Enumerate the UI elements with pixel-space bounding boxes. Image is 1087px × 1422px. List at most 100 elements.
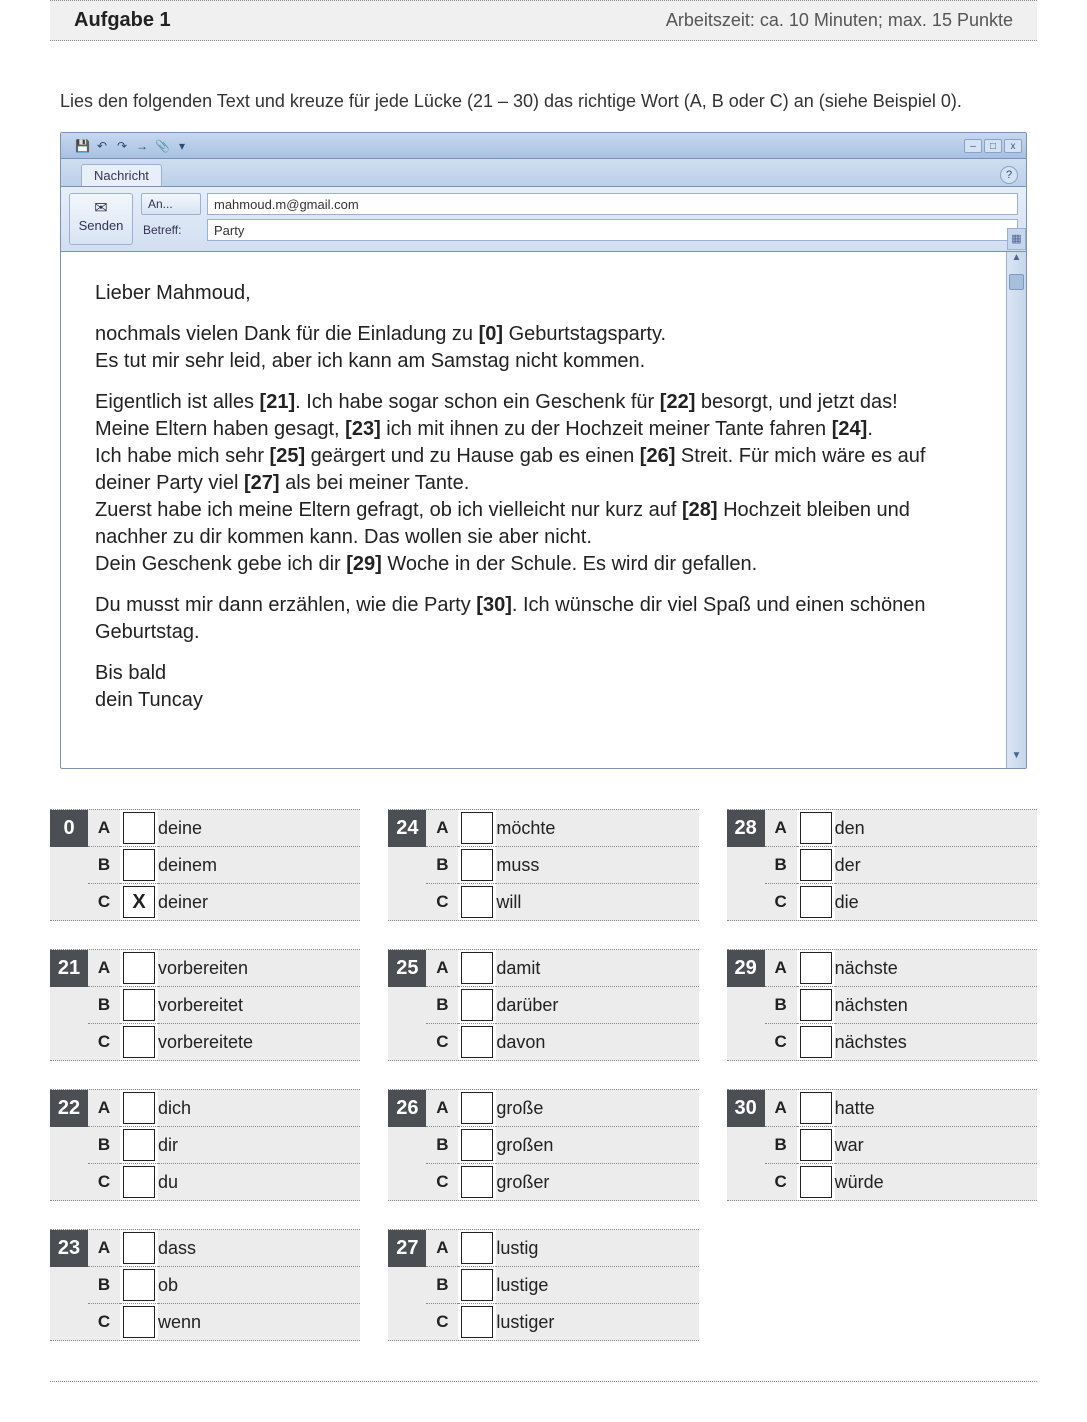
option-label: C <box>88 1304 120 1341</box>
question-23: 23AdassBobCwenn <box>50 1229 360 1341</box>
answer-checkbox[interactable] <box>800 1166 832 1198</box>
email-paragraph: Du musst mir dann erzählen, wie die Part… <box>95 592 972 646</box>
answer-checkbox[interactable] <box>123 1232 155 1264</box>
answer-checkbox[interactable] <box>461 952 493 984</box>
option-label: B <box>426 1267 458 1304</box>
question-22: 22AdichBdirCdu <box>50 1089 360 1201</box>
answer-checkbox[interactable] <box>461 812 493 844</box>
option-label: A <box>426 1090 458 1127</box>
answer-checkbox[interactable] <box>123 849 155 881</box>
option-text: möchte <box>496 810 698 847</box>
option-text: muss <box>496 847 698 884</box>
instruction-text: Lies den folgenden Text und kreuze für j… <box>60 91 1027 112</box>
option-label: C <box>765 1024 797 1061</box>
scrollbar[interactable]: ▦ ▲ ▼ <box>1006 252 1026 768</box>
question-27: 27AlustigBlustigeClustiger <box>388 1229 698 1341</box>
answer-checkbox[interactable] <box>800 1129 832 1161</box>
answer-checkbox[interactable] <box>461 886 493 918</box>
option-text: lustig <box>496 1230 698 1267</box>
close-icon[interactable]: x <box>1004 139 1022 153</box>
option-label: A <box>88 810 120 847</box>
scroll-thumb[interactable] <box>1009 274 1024 290</box>
answer-checkbox[interactable] <box>800 849 832 881</box>
answer-checkbox[interactable] <box>461 1232 493 1264</box>
answer-checkbox[interactable] <box>123 812 155 844</box>
option-text: vorbereiten <box>158 950 360 987</box>
answer-checkbox[interactable] <box>461 1269 493 1301</box>
forward-icon[interactable]: → <box>135 139 149 153</box>
subject-field[interactable]: Party <box>207 219 1018 241</box>
answer-checkbox[interactable] <box>800 1026 832 1058</box>
option-label: B <box>88 987 120 1024</box>
question-number: 24 <box>388 810 426 847</box>
answer-checkbox[interactable] <box>123 1026 155 1058</box>
answer-checkbox[interactable] <box>461 1166 493 1198</box>
attach-icon[interactable]: 📎 <box>155 139 169 153</box>
help-icon[interactable]: ? <box>1000 166 1018 184</box>
qat-dropdown-icon[interactable]: ▾ <box>175 139 189 153</box>
option-text: großer <box>496 1164 698 1201</box>
email-closing: Bis bald dein Tuncay <box>95 660 972 714</box>
answer-checkbox[interactable] <box>123 1306 155 1338</box>
answer-checkbox[interactable] <box>800 952 832 984</box>
answer-checkbox[interactable] <box>461 989 493 1021</box>
option-text: große <box>496 1090 698 1127</box>
minimize-icon[interactable]: – <box>964 139 982 153</box>
option-text: den <box>835 810 1037 847</box>
send-button[interactable]: ✉ Senden <box>69 193 133 245</box>
answer-checkbox[interactable] <box>123 989 155 1021</box>
option-label: C <box>426 1024 458 1061</box>
answer-checkbox[interactable] <box>461 1092 493 1124</box>
email-body: Lieber Mahmoud, nochmals vielen Dank für… <box>61 252 1006 768</box>
option-label: A <box>88 1090 120 1127</box>
answer-checkbox[interactable] <box>800 989 832 1021</box>
answer-checkbox[interactable] <box>123 1166 155 1198</box>
scroll-down-icon[interactable]: ▼ <box>1007 750 1026 768</box>
email-window: 💾 ↶ ↷ → 📎 ▾ – □ x Nachricht ? ✉ Senden <box>60 132 1027 769</box>
gap-0 <box>479 323 503 345</box>
question-number: 27 <box>388 1230 426 1267</box>
question-number: 29 <box>727 950 765 987</box>
option-text: wenn <box>158 1304 360 1341</box>
option-text: hatte <box>835 1090 1037 1127</box>
email-greeting: Lieber Mahmoud, <box>95 280 972 307</box>
tab-nachricht[interactable]: Nachricht <box>81 164 162 186</box>
option-label: A <box>765 950 797 987</box>
option-label: A <box>765 810 797 847</box>
answer-checkbox[interactable] <box>461 1306 493 1338</box>
option-label: A <box>765 1090 797 1127</box>
option-text: damit <box>496 950 698 987</box>
answer-checkbox[interactable] <box>123 1129 155 1161</box>
answer-checkbox[interactable] <box>461 849 493 881</box>
option-label: B <box>88 1267 120 1304</box>
exercise-info: Arbeitszeit: ca. 10 Minuten; max. 15 Pun… <box>666 10 1013 31</box>
answer-checkbox[interactable] <box>123 952 155 984</box>
answer-checkbox[interactable] <box>123 1269 155 1301</box>
to-field[interactable]: mahmoud.m@gmail.com <box>207 193 1018 215</box>
answer-checkbox[interactable] <box>461 1026 493 1058</box>
option-text: du <box>158 1164 360 1201</box>
answer-checkbox[interactable] <box>800 1092 832 1124</box>
undo-icon[interactable]: ↶ <box>95 139 109 153</box>
window-titlebar: 💾 ↶ ↷ → 📎 ▾ – □ x <box>61 133 1026 159</box>
option-label: C <box>426 1164 458 1201</box>
gap-26 <box>640 445 676 467</box>
answer-checkbox[interactable] <box>461 1129 493 1161</box>
redo-icon[interactable]: ↷ <box>115 139 129 153</box>
answer-checkbox[interactable] <box>800 886 832 918</box>
gap-28 <box>682 499 718 521</box>
option-label: C <box>765 884 797 921</box>
answer-checkbox[interactable] <box>123 1092 155 1124</box>
scroll-up-icon[interactable]: ▲ <box>1007 252 1026 270</box>
gap-23 <box>345 418 381 440</box>
option-text: ob <box>158 1267 360 1304</box>
to-button[interactable]: An... <box>141 193 201 215</box>
maximize-icon[interactable]: □ <box>984 139 1002 153</box>
answer-checkbox[interactable] <box>800 812 832 844</box>
gap-29 <box>346 553 382 575</box>
save-icon[interactable]: 💾 <box>75 139 89 153</box>
option-text: davon <box>496 1024 698 1061</box>
email-paragraph: nochmals vielen Dank für die Einladung z… <box>95 321 972 375</box>
answer-checkbox[interactable]: X <box>123 886 155 918</box>
gap-21 <box>260 391 296 413</box>
